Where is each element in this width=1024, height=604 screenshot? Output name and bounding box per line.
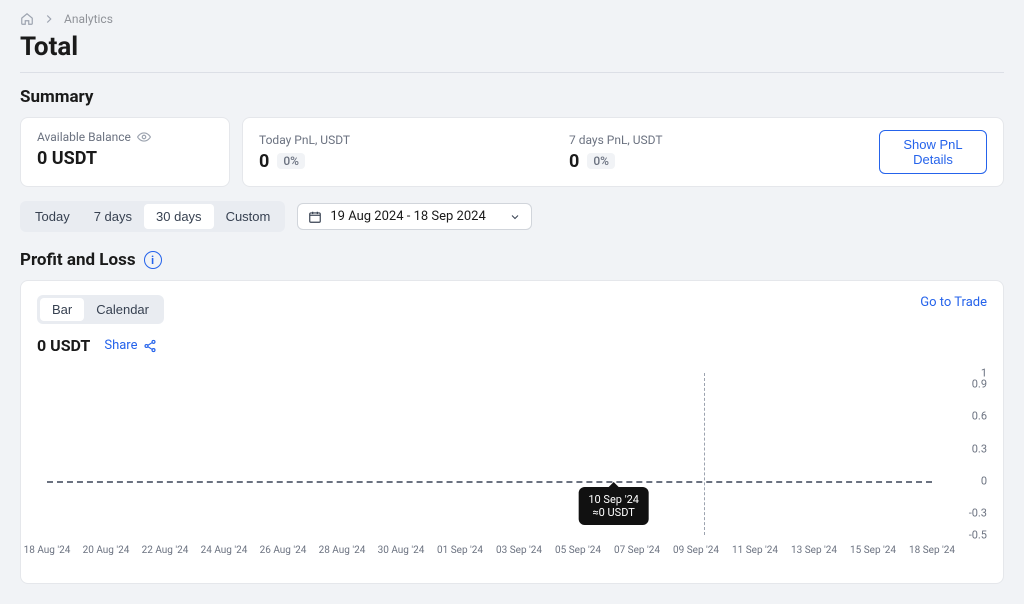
- available-balance-card: Available Balance 0 USDT: [20, 117, 230, 187]
- series-line: [47, 481, 932, 483]
- chevron-down-icon: [509, 211, 521, 223]
- x-tick: 05 Sep '24: [555, 545, 601, 556]
- date-range-text: 19 Aug 2024 - 18 Sep 2024: [330, 209, 485, 224]
- chart-tab-bar[interactable]: Bar: [40, 298, 84, 321]
- share-button[interactable]: Share: [104, 338, 156, 353]
- tooltip-date: 10 Sep '24: [588, 493, 639, 506]
- summary-row: Available Balance 0 USDT Today PnL, USDT…: [20, 117, 1004, 187]
- x-tick: 11 Sep '24: [732, 545, 778, 556]
- pnl-chart[interactable]: 10 Sep '24≈0 USDT 10.90.60.30-0.3-0.5 18…: [37, 373, 987, 563]
- range-tab-custom[interactable]: Custom: [214, 204, 283, 229]
- x-tick: 13 Sep '24: [791, 545, 837, 556]
- x-tick: 20 Aug '24: [83, 545, 130, 556]
- available-balance-label-text: Available Balance: [37, 130, 131, 144]
- range-tab-7days[interactable]: 7 days: [82, 204, 144, 229]
- today-pnl-label: Today PnL, USDT: [259, 133, 569, 147]
- chart-tab-calendar[interactable]: Calendar: [84, 298, 161, 321]
- date-range-picker[interactable]: 19 Aug 2024 - 18 Sep 2024: [297, 203, 532, 230]
- seven-day-pnl: 7 days PnL, USDT 0 0%: [569, 133, 879, 172]
- profit-loss-heading-row: Profit and Loss i: [20, 250, 1004, 270]
- pnl-card: Today PnL, USDT 0 0% 7 days PnL, USDT 0 …: [242, 117, 1004, 187]
- controls-row: Today 7 days 30 days Custom 19 Aug 2024 …: [20, 201, 1004, 232]
- y-tick: 0.9: [972, 377, 987, 390]
- range-tab-today[interactable]: Today: [23, 204, 82, 229]
- page-title: Total: [20, 32, 1004, 62]
- x-tick: 28 Aug '24: [319, 545, 366, 556]
- home-icon[interactable]: [20, 12, 34, 26]
- hover-crosshair: [704, 373, 705, 535]
- x-tick: 22 Aug '24: [142, 545, 189, 556]
- range-tab-30days[interactable]: 30 days: [144, 204, 214, 229]
- x-tick: 24 Aug '24: [201, 545, 248, 556]
- share-icon: [143, 339, 157, 353]
- profit-loss-card: Bar Calendar 0 USDT Share Go to Trade 10…: [20, 280, 1004, 584]
- x-tick: 09 Sep '24: [673, 545, 719, 556]
- x-tick: 18 Sep '24: [909, 545, 955, 556]
- y-tick: 0.6: [972, 410, 987, 423]
- info-icon[interactable]: i: [144, 251, 162, 269]
- chart-amount: 0 USDT: [37, 336, 90, 355]
- tooltip-value: ≈0 USDT: [588, 506, 639, 519]
- seven-day-pnl-label: 7 days PnL, USDT: [569, 133, 879, 147]
- seven-day-pnl-value: 0: [569, 151, 579, 172]
- x-tick: 18 Aug '24: [24, 545, 71, 556]
- profit-loss-heading: Profit and Loss: [20, 250, 136, 270]
- chevron-right-icon: [42, 12, 56, 26]
- seven-day-pnl-pct: 0%: [587, 153, 615, 169]
- y-tick: -0.5: [969, 529, 987, 542]
- share-label: Share: [104, 338, 137, 353]
- show-pnl-details-button[interactable]: Show PnL Details: [879, 130, 987, 174]
- today-pnl-value: 0: [259, 151, 269, 172]
- x-tick: 03 Sep '24: [496, 545, 542, 556]
- breadcrumb: Analytics: [20, 12, 1004, 26]
- y-tick: 0.3: [972, 442, 987, 455]
- x-tick: 15 Sep '24: [850, 545, 896, 556]
- today-pnl-pct: 0%: [277, 153, 305, 169]
- chart-tooltip: 10 Sep '24≈0 USDT: [578, 487, 649, 525]
- range-tabs: Today 7 days 30 days Custom: [20, 201, 285, 232]
- available-balance-label: Available Balance: [37, 130, 213, 144]
- breadcrumb-current: Analytics: [64, 12, 113, 26]
- eye-icon[interactable]: [137, 130, 151, 144]
- available-balance-value: 0 USDT: [37, 148, 213, 169]
- summary-heading: Summary: [20, 87, 1004, 107]
- chart-view-tabs: Bar Calendar: [37, 295, 164, 324]
- y-tick: 0: [981, 475, 987, 488]
- calendar-icon: [308, 210, 322, 224]
- go-to-trade-link[interactable]: Go to Trade: [920, 295, 987, 310]
- y-tick: -0.3: [969, 507, 987, 520]
- today-pnl: Today PnL, USDT 0 0%: [259, 133, 569, 172]
- x-tick: 30 Aug '24: [378, 545, 425, 556]
- divider: [20, 72, 1004, 73]
- x-tick: 07 Sep '24: [614, 545, 660, 556]
- x-tick: 26 Aug '24: [260, 545, 307, 556]
- x-tick: 01 Sep '24: [437, 545, 483, 556]
